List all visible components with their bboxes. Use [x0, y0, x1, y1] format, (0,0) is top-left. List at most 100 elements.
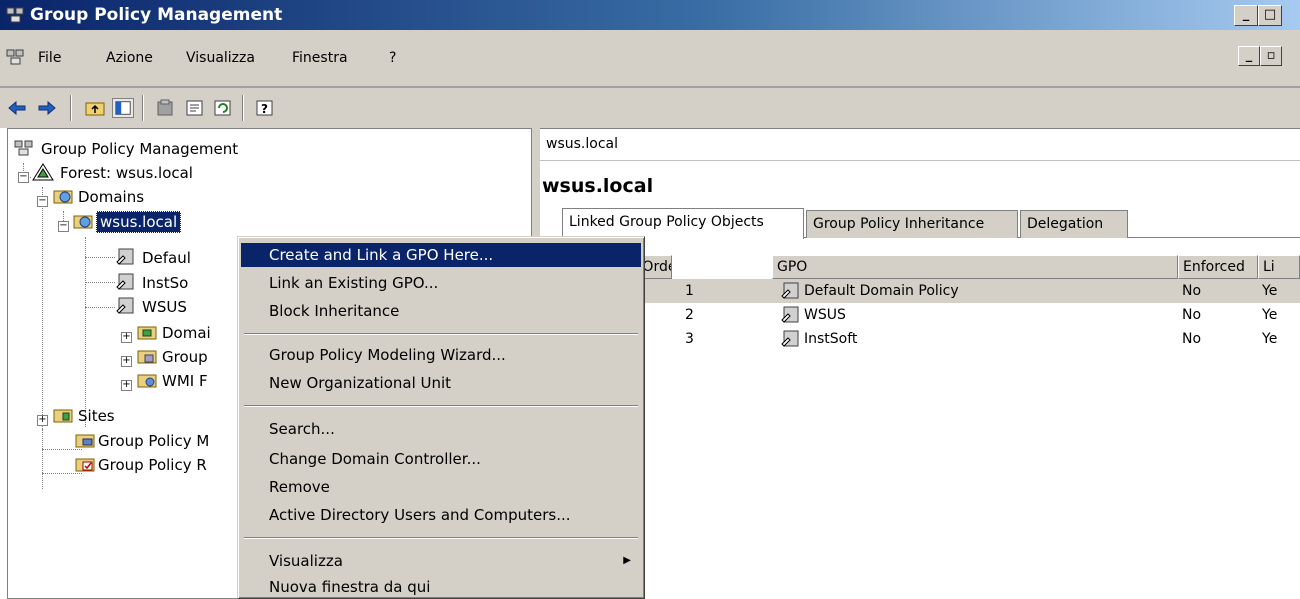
expander-domain-controllers[interactable]: +: [121, 332, 132, 343]
menu-item-ad-users-computers[interactable]: Active Directory Users and Computers...: [241, 503, 641, 527]
column-header-gpo[interactable]: GPO: [772, 255, 1178, 279]
refresh-icon[interactable]: [212, 98, 234, 118]
tree-item-gp-results[interactable]: Group Policy R: [98, 456, 207, 474]
forward-arrow-icon[interactable]: [36, 98, 58, 118]
tree-item-root[interactable]: Group Policy Management: [41, 140, 238, 158]
gpm-icon: [6, 49, 24, 65]
cell-gpo-name: Default Domain Policy: [804, 283, 959, 299]
maximize-button[interactable]: □: [1258, 5, 1282, 26]
properties-icon[interactable]: [184, 98, 206, 118]
gpo-link-icon: [781, 282, 799, 299]
up-folder-icon[interactable]: [84, 98, 106, 118]
tree-item-gpo-link[interactable]: Defaul: [142, 249, 191, 267]
folder-icon: [137, 350, 157, 364]
expander-domains[interactable]: −: [37, 196, 48, 207]
tree-item-folder[interactable]: Group: [162, 348, 208, 366]
delete-icon[interactable]: [154, 98, 176, 118]
gpm-icon: [6, 7, 24, 23]
folder-icon: [75, 434, 95, 448]
menu-separator: [244, 333, 638, 335]
expander-wmi-filters[interactable]: +: [121, 380, 132, 391]
menu-item-visualizza[interactable]: Visualizza ▶: [241, 549, 641, 573]
menu-item-search[interactable]: Search...: [241, 417, 641, 441]
minimize-button[interactable]: _: [1234, 5, 1258, 26]
menu-item-block-inheritance[interactable]: Block Inheritance: [241, 299, 641, 323]
tab-gp-inheritance[interactable]: Group Policy Inheritance: [806, 210, 1018, 238]
expander-domain[interactable]: −: [58, 221, 69, 232]
toolbar-separator: [142, 95, 144, 121]
menu-bar: File Azione Visualizza Finestra ? _ ▫: [0, 30, 1300, 88]
menu-item-remove[interactable]: Remove: [241, 475, 641, 499]
cell-enforced: No: [1182, 283, 1202, 299]
cell-link-order: 3: [685, 331, 694, 347]
gpo-link-icon: [116, 273, 134, 290]
title-bar[interactable]: Group Policy Management _ □: [0, 0, 1300, 30]
cell-link-enabled: Ye: [1262, 307, 1278, 323]
tree-item-ou[interactable]: Domai: [162, 324, 211, 342]
cell-enforced: No: [1182, 307, 1202, 323]
menu-file[interactable]: File: [38, 50, 61, 66]
menu-item-label: Visualizza: [269, 552, 343, 570]
child-minimize-button[interactable]: _: [1238, 46, 1260, 66]
back-arrow-icon[interactable]: [6, 98, 28, 118]
details-pane: wsus.local wsus.local Linked Group Polic…: [540, 128, 1300, 599]
tree-item-forest[interactable]: Forest: wsus.local: [60, 164, 193, 182]
tree-item-folder[interactable]: WMI F: [162, 372, 208, 390]
menu-item-modeling-wizard[interactable]: Group Policy Modeling Wizard...: [241, 343, 641, 367]
menu-separator: [244, 405, 638, 407]
menu-item-new-ou[interactable]: New Organizational Unit: [241, 371, 641, 395]
menu-finestra[interactable]: Finestra: [292, 50, 348, 66]
toolbar: ?: [0, 88, 1300, 128]
help-icon[interactable]: ?: [254, 98, 276, 118]
folder-icon: [53, 409, 73, 423]
context-menu: Create and Link a GPO Here... Link an Ex…: [237, 236, 645, 599]
menu-azione[interactable]: Azione: [106, 50, 153, 66]
cell-enforced: No: [1182, 331, 1202, 347]
window-title: Group Policy Management: [30, 5, 283, 25]
child-restore-button[interactable]: ▫: [1260, 46, 1282, 66]
tab-delegation[interactable]: Delegation: [1020, 210, 1128, 238]
page-title: wsus.local: [542, 175, 654, 197]
menu-item-link-existing-gpo[interactable]: Link an Existing GPO...: [241, 271, 641, 295]
menu-help[interactable]: ?: [389, 50, 396, 66]
menu-item-change-dc[interactable]: Change Domain Controller...: [241, 447, 641, 471]
menu-separator: [244, 537, 638, 539]
gpo-link-icon: [116, 297, 134, 314]
ou-icon: [137, 326, 157, 340]
tree-item-sites[interactable]: Sites: [78, 407, 115, 425]
column-header-link-enabled[interactable]: Li: [1258, 255, 1300, 279]
gpo-link-icon: [116, 248, 134, 265]
cell-link-enabled: Ye: [1262, 283, 1278, 299]
cell-gpo-name: InstSoft: [804, 331, 858, 347]
tab-linked-gpos[interactable]: Linked Group Policy Objects: [562, 208, 804, 239]
show-hide-tree-icon[interactable]: [112, 98, 134, 118]
tree-item-domains[interactable]: Domains: [78, 188, 144, 206]
folder-icon: [137, 374, 157, 388]
domains-icon: [53, 190, 73, 204]
toolbar-separator: [70, 95, 72, 121]
menu-visualizza[interactable]: Visualizza: [186, 50, 255, 66]
menu-item-create-link-gpo[interactable]: Create and Link a GPO Here...: [241, 243, 641, 267]
expander-forest[interactable]: −: [18, 172, 29, 183]
cell-link-order: 1: [685, 283, 694, 299]
forest-icon: [32, 163, 54, 181]
breadcrumb-text: wsus.local: [546, 136, 618, 152]
cell-link-enabled: Ye: [1262, 331, 1278, 347]
domains-icon: [73, 215, 93, 229]
expander-sites[interactable]: +: [37, 415, 48, 426]
tree-item-gpo-link[interactable]: WSUS: [142, 298, 187, 316]
cell-gpo-name: WSUS: [804, 307, 846, 323]
cell-link-order: 2: [685, 307, 694, 323]
expander-group-policy-objects[interactable]: +: [121, 356, 132, 367]
gpo-link-icon: [781, 330, 799, 347]
column-header-enforced[interactable]: Enforced: [1178, 255, 1258, 279]
tree-item-domain-selected[interactable]: wsus.local: [96, 211, 182, 233]
tree-item-gp-modeling[interactable]: Group Policy M: [98, 432, 209, 450]
menu-item-new-window[interactable]: Nuova finestra da qui: [241, 575, 641, 599]
toolbar-separator: [242, 95, 244, 121]
tree-item-gpo-link[interactable]: InstSo: [142, 274, 188, 292]
submenu-arrow-icon: ▶: [623, 555, 631, 566]
breadcrumb: wsus.local: [540, 129, 1300, 161]
folder-icon: [75, 458, 95, 472]
gpm-icon: [14, 140, 33, 156]
